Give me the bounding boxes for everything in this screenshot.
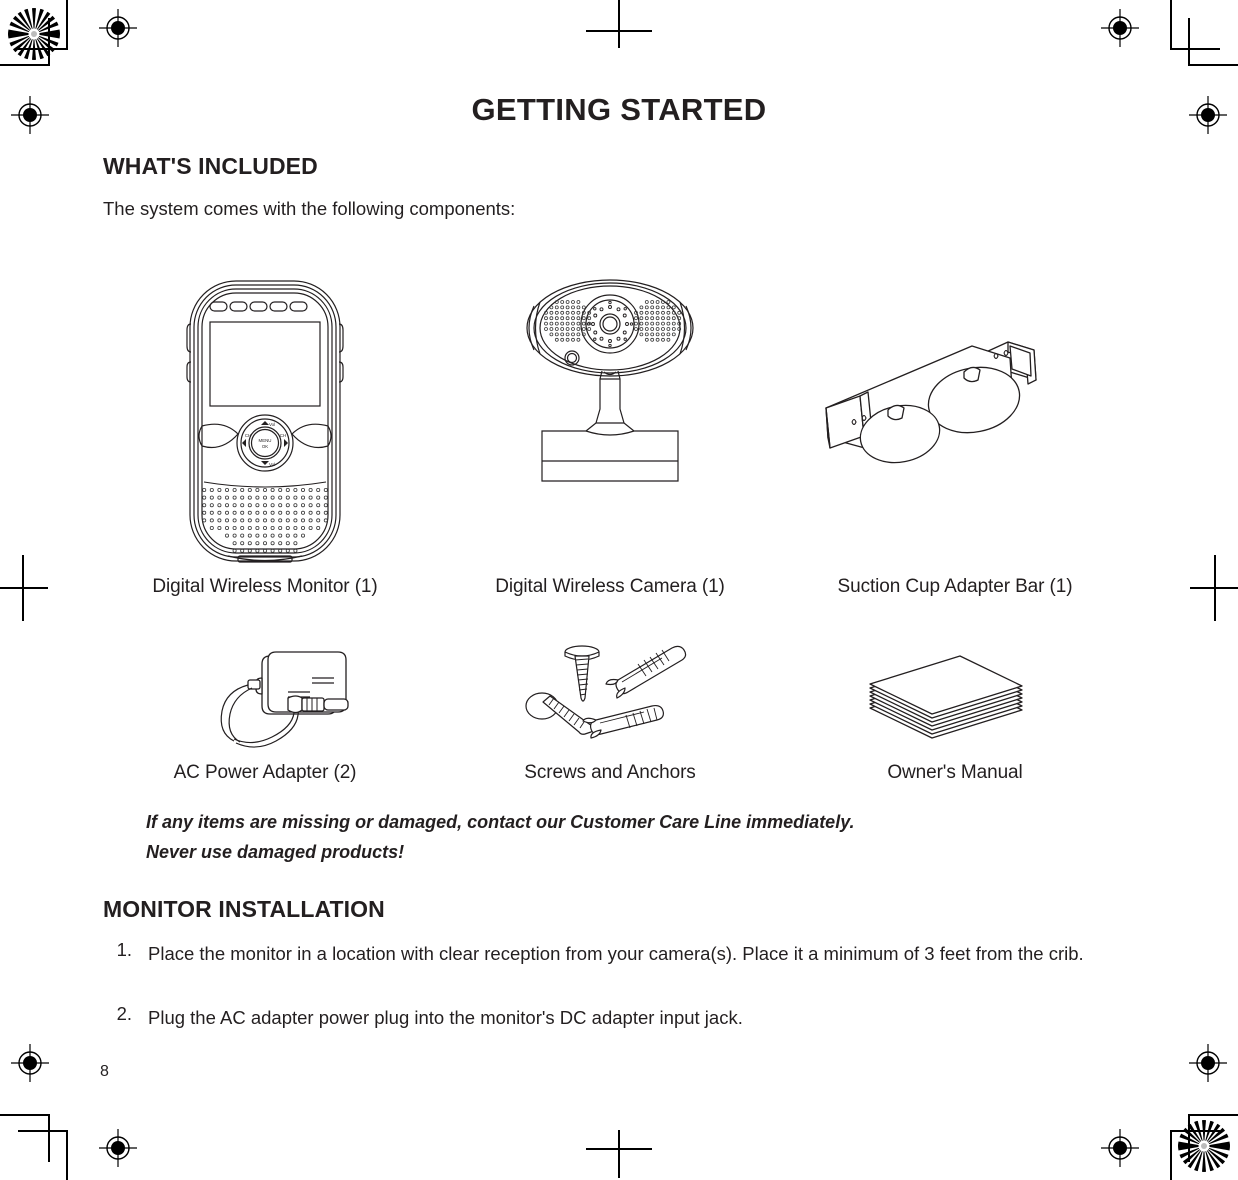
ac-power-adapter-illustration — [196, 640, 368, 752]
crop-mark — [1188, 1114, 1190, 1162]
owners-manual-illustration — [856, 646, 1036, 742]
caption-digital-wireless-camera: Digital Wireless Camera (1) — [495, 576, 725, 597]
svg-text:OK: OK — [262, 444, 268, 449]
registration-target — [98, 1128, 138, 1168]
document-page: GETTING STARTED WHAT'S INCLUDED The syst… — [0, 0, 1238, 1180]
svg-text:CH: CH — [245, 433, 251, 438]
step-number: 1. — [116, 939, 132, 960]
caption-screws-and-anchors: Screws and Anchors — [524, 762, 696, 783]
resolution-starburst-top-left — [8, 8, 60, 60]
step-text: Place the monitor in a location with cle… — [148, 943, 1084, 964]
registration-target — [10, 1043, 50, 1083]
registration-target — [1100, 8, 1140, 48]
svg-text:CH: CH — [280, 433, 286, 438]
digital-wireless-camera-illustration — [512, 276, 708, 500]
section-heading-whats-included: WHAT'S INCLUDED — [103, 153, 318, 179]
page-number: 8 — [100, 1063, 109, 1080]
resolution-starburst-bottom-right — [1178, 1120, 1230, 1172]
registration-target — [1100, 1128, 1140, 1168]
warning-line-1: If any items are missing or damaged, con… — [146, 812, 855, 832]
step-text: Plug the AC adapter power plug into the … — [148, 1007, 743, 1028]
crop-mark — [1188, 64, 1238, 66]
crop-mark — [66, 0, 68, 48]
registration-target — [1188, 1043, 1228, 1083]
crop-mark — [48, 18, 50, 66]
crop-mark — [0, 64, 50, 66]
crop-mark — [1170, 0, 1172, 48]
svg-text:Vol: Vol — [269, 422, 275, 427]
registration-target — [98, 8, 138, 48]
crop-mark — [1188, 1114, 1238, 1116]
step-number: 2. — [116, 1003, 132, 1024]
whats-included-intro: The system comes with the following comp… — [103, 198, 516, 219]
digital-wireless-monitor-illustration: Vol Vol CH CH MENU OK — [182, 276, 348, 566]
crop-mark — [48, 1114, 50, 1162]
crop-mark — [1170, 1130, 1220, 1132]
crop-mark — [66, 1132, 68, 1180]
suction-cup-adapter-bar-illustration — [812, 324, 1050, 484]
caption-suction-cup-adapter-bar: Suction Cup Adapter Bar (1) — [837, 576, 1073, 597]
caption-ac-power-adapter: AC Power Adapter (2) — [173, 762, 357, 783]
crop-mark — [18, 48, 68, 50]
caption-digital-wireless-monitor: Digital Wireless Monitor (1) — [152, 576, 378, 597]
svg-text:MENU: MENU — [259, 438, 272, 443]
page-title: GETTING STARTED — [471, 92, 767, 127]
screws-and-anchors-illustration — [522, 638, 702, 752]
crop-mark — [1170, 48, 1220, 50]
warning-line-2: Never use damaged products! — [146, 842, 405, 862]
crop-mark — [18, 1130, 68, 1132]
svg-text:Vol: Vol — [269, 462, 275, 467]
crop-mark — [1170, 1132, 1172, 1180]
caption-owners-manual: Owner's Manual — [887, 762, 1023, 783]
section-heading-monitor-installation: MONITOR INSTALLATION — [103, 896, 385, 922]
crop-mark — [1188, 18, 1190, 66]
crop-mark — [0, 1114, 50, 1116]
